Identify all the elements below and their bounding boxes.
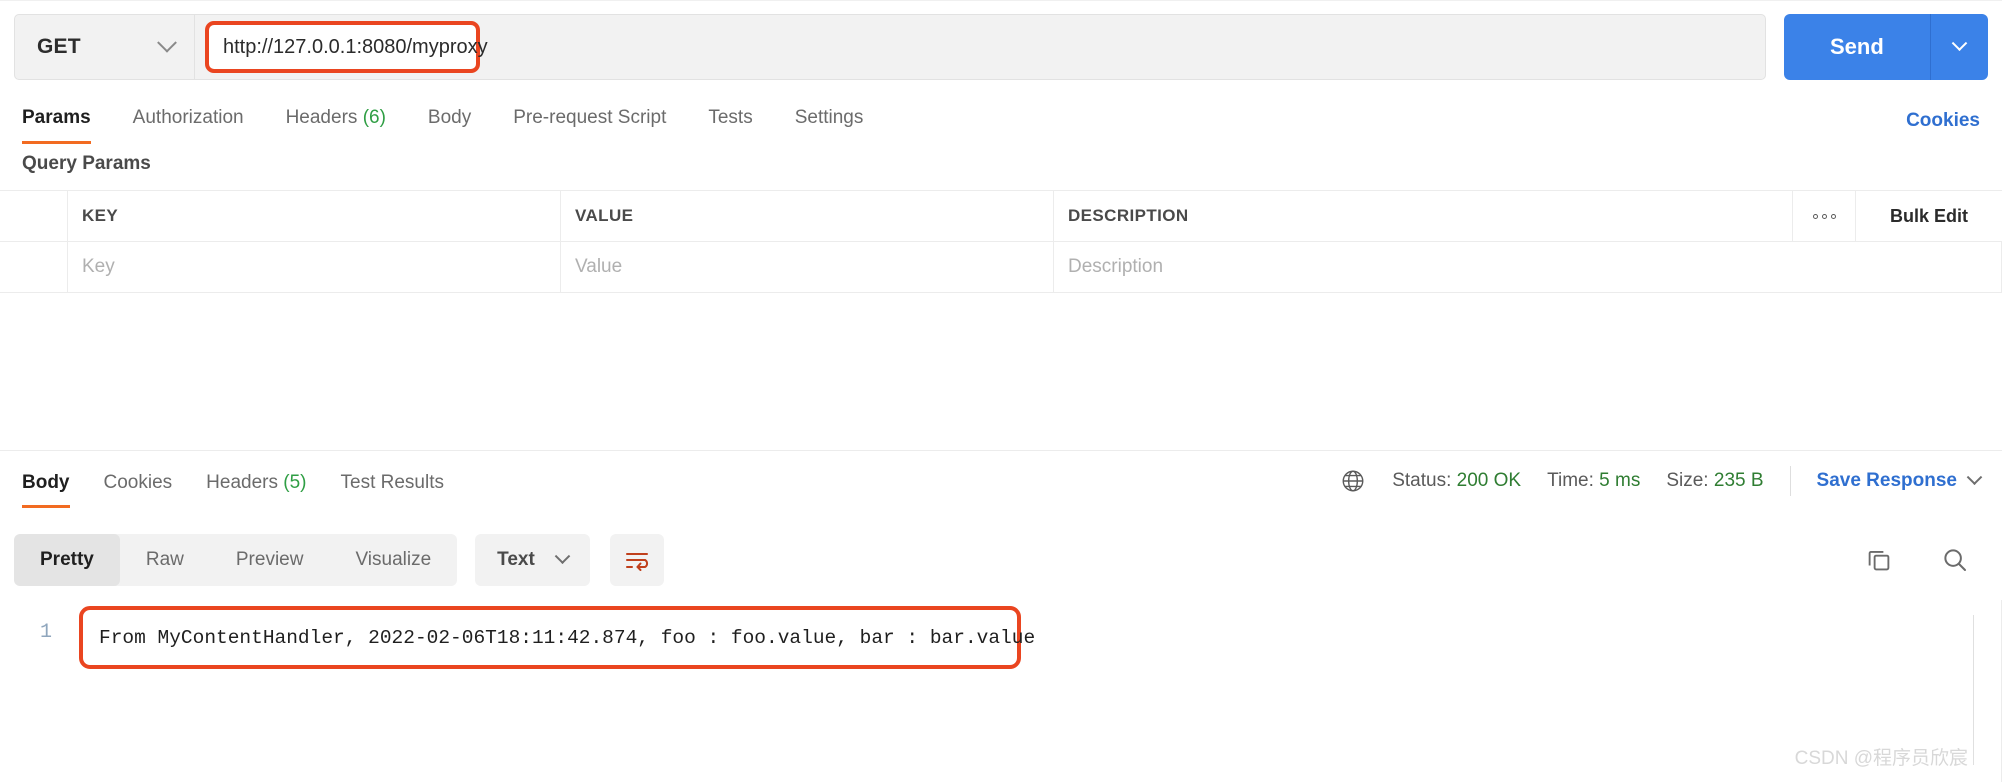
chevron-down-icon xyxy=(1951,34,1968,51)
tab-settings[interactable]: Settings xyxy=(795,107,864,144)
search-icon xyxy=(1944,549,1966,571)
key-input-placeholder: Key xyxy=(82,256,115,277)
row-description-cell[interactable]: Description xyxy=(1054,241,2002,293)
response-tab-cookies[interactable]: Cookies xyxy=(104,472,173,508)
response-tabs: Body Cookies Headers (5) Test Results St… xyxy=(0,450,2002,508)
more-options-button[interactable] xyxy=(1793,190,1856,242)
tab-label: Authorization xyxy=(132,107,244,128)
view-mode-switch: Pretty Raw Preview Visualize xyxy=(14,534,458,586)
response-body-text: From MyContentHandler, 2022-02-06T18:11:… xyxy=(99,626,1036,649)
header-checkbox-cell xyxy=(0,190,68,242)
status-label: Status: xyxy=(1392,470,1452,491)
table-row: Key Value Description xyxy=(0,241,2002,293)
word-wrap-icon xyxy=(625,553,648,571)
tab-label: Headers xyxy=(285,107,358,128)
view-mode-visualize[interactable]: Visualize xyxy=(329,534,457,586)
tab-count-badge: (5) xyxy=(283,472,307,493)
row-value-cell[interactable]: Value xyxy=(561,241,1054,293)
response-tab-headers[interactable]: Headers (5) xyxy=(206,472,306,508)
description-input-placeholder: Description xyxy=(1068,256,1164,277)
tab-authorization[interactable]: Authorization xyxy=(133,107,244,144)
tab-count-badge: (6) xyxy=(362,107,386,128)
tab-params[interactable]: Params xyxy=(22,107,91,144)
tab-label: Tests xyxy=(708,107,753,128)
top-divider xyxy=(0,0,2002,1)
tab-body[interactable]: Body xyxy=(428,107,471,144)
tab-label: Params xyxy=(22,107,91,128)
url-highlight-box: http://127.0.0.1:8080/myproxy xyxy=(205,21,488,73)
view-mode-pretty[interactable]: Pretty xyxy=(14,534,120,586)
method-url-group: GET http://127.0.0.1:8080/myproxy xyxy=(14,14,1766,80)
save-response-button[interactable]: Save Response xyxy=(1816,468,1983,492)
bulk-edit-button[interactable]: Bulk Edit xyxy=(1856,191,2002,242)
view-mode-preview[interactable]: Preview xyxy=(210,534,330,586)
query-params-table: KEY VALUE DESCRIPTION Bulk Edit Key Valu… xyxy=(0,190,2002,293)
send-options-button[interactable] xyxy=(1929,14,1988,80)
tab-label: Pre-request Script xyxy=(513,107,667,128)
status-value: 200 OK xyxy=(1456,470,1522,491)
copy-icon xyxy=(1868,550,1890,571)
http-method-select[interactable]: GET xyxy=(15,15,195,79)
chevron-down-icon xyxy=(157,32,177,53)
response-body-toolbar: Pretty Raw Preview Visualize Text xyxy=(14,530,1980,590)
query-params-title: Query Params xyxy=(22,153,151,174)
header-key-cell: KEY xyxy=(68,190,561,242)
response-tab-test-results[interactable]: Test Results xyxy=(341,472,444,508)
tab-label: Body xyxy=(22,472,70,493)
word-wrap-toggle[interactable] xyxy=(609,534,664,586)
request-bar: GET http://127.0.0.1:8080/myproxy Send xyxy=(14,14,2002,80)
view-mode-raw[interactable]: Raw xyxy=(120,534,210,586)
vertical-divider xyxy=(1789,466,1791,496)
tab-headers[interactable]: Headers (6) xyxy=(286,107,386,144)
copy-button[interactable] xyxy=(1864,545,1894,575)
size-label: Size: xyxy=(1666,470,1709,491)
tab-label: Test Results xyxy=(340,472,444,493)
chevron-down-icon xyxy=(554,547,571,564)
response-format-select[interactable]: Text xyxy=(475,534,590,586)
tab-label: Body xyxy=(427,107,472,128)
save-response-label: Save Response xyxy=(1816,470,1957,491)
time-value: 5 ms xyxy=(1599,470,1641,491)
response-tab-body[interactable]: Body xyxy=(22,472,70,508)
column-header-description: DESCRIPTION xyxy=(1068,206,1189,225)
time-badge: Time: 5 ms xyxy=(1547,470,1640,492)
vertical-scrollbar[interactable] xyxy=(1973,615,1974,765)
response-status-group: Status: 200 OK Time: 5 ms Size: 235 B Sa… xyxy=(1340,466,1983,508)
request-tabs: Params Authorization Headers (6) Body Pr… xyxy=(22,92,1980,144)
tab-label: Headers xyxy=(206,472,278,493)
url-input[interactable]: http://127.0.0.1:8080/myproxy xyxy=(223,36,488,59)
size-badge: Size: 235 B xyxy=(1666,470,1763,492)
cookies-link[interactable]: Cookies xyxy=(1906,110,1980,144)
table-header-row: KEY VALUE DESCRIPTION Bulk Edit xyxy=(0,190,2002,242)
send-button[interactable]: Send xyxy=(1784,14,1930,80)
column-header-value: VALUE xyxy=(575,206,634,225)
line-number: 1 xyxy=(40,621,53,644)
body-tool-icons xyxy=(1864,545,1980,575)
globe-icon xyxy=(1342,470,1364,492)
ellipsis-icon xyxy=(1812,213,1836,219)
tab-label: Cookies xyxy=(103,472,173,493)
tab-pre-request-script[interactable]: Pre-request Script xyxy=(513,107,666,144)
tab-label: Settings xyxy=(794,107,864,128)
column-header-key: KEY xyxy=(82,206,119,225)
search-button[interactable] xyxy=(1940,545,1970,575)
header-description-cell: DESCRIPTION xyxy=(1054,190,1793,242)
row-checkbox-cell[interactable] xyxy=(0,241,68,293)
header-value-cell: VALUE xyxy=(561,190,1054,242)
bulk-edit-label: Bulk Edit xyxy=(1889,205,1968,226)
http-method-label: GET xyxy=(37,35,81,58)
tab-tests[interactable]: Tests xyxy=(708,107,752,144)
url-field-wrap: http://127.0.0.1:8080/myproxy xyxy=(195,15,1765,79)
size-value: 235 B xyxy=(1713,470,1764,491)
time-label: Time: xyxy=(1547,470,1594,491)
response-format-label: Text xyxy=(497,549,535,570)
send-button-group: Send xyxy=(1784,14,1988,80)
value-input-placeholder: Value xyxy=(575,256,623,277)
chevron-down-icon xyxy=(1966,468,1983,485)
response-body-viewer: 1 From MyContentHandler, 2022-02-06T18:1… xyxy=(0,600,2002,782)
status-badge: Status: 200 OK xyxy=(1392,470,1521,492)
row-key-cell[interactable]: Key xyxy=(68,241,561,293)
watermark: CSDN @程序员欣宸 xyxy=(1794,748,1968,769)
response-body-highlight-box: From MyContentHandler, 2022-02-06T18:11:… xyxy=(79,606,1035,669)
